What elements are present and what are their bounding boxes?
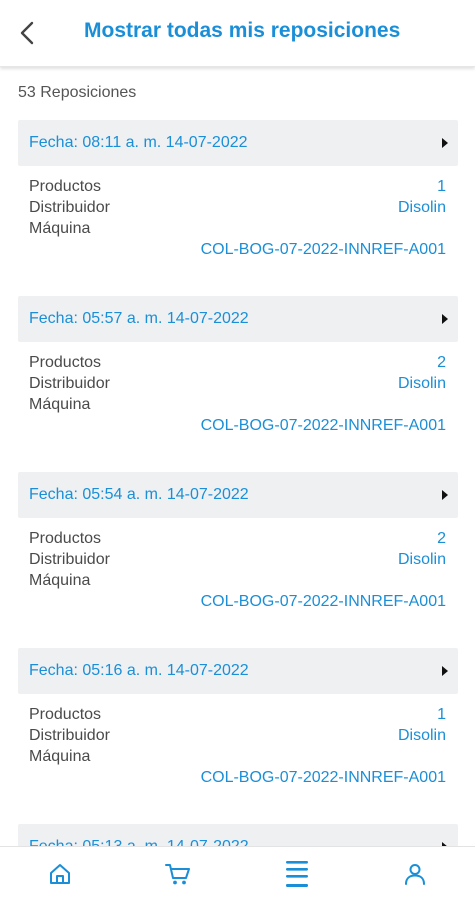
distribuidor-value: Disolin [397, 551, 446, 568]
nav-cart[interactable] [158, 857, 198, 891]
maquina-label: Máquina [29, 748, 91, 765]
bottom-navigation [0, 846, 475, 901]
productos-value: 1 [437, 706, 446, 723]
caret-right-icon [442, 666, 448, 676]
maquina-value: COL-BOG-07-2022-INNREF-A001 [200, 769, 446, 786]
app-header: Mostrar todas mis reposiciones [0, 0, 475, 67]
distribuidor-label: Distribuidor [29, 375, 110, 392]
list-icon [286, 861, 308, 887]
maquina-value: COL-BOG-07-2022-INNREF-A001 [200, 417, 446, 434]
distribuidor-value: Disolin [397, 727, 446, 744]
card-header[interactable]: Fecha: 05:57 a. m. 14-07-2022 [18, 296, 458, 342]
page-title: Mostrar todas mis reposiciones [84, 19, 401, 42]
nav-home[interactable] [40, 857, 80, 891]
chevron-left-icon [20, 21, 34, 45]
productos-value: 2 [437, 530, 446, 547]
maquina-label: Máquina [29, 220, 91, 237]
card-date: Fecha: 05:16 a. m. 14-07-2022 [29, 662, 249, 679]
maquina-value: COL-BOG-07-2022-INNREF-A001 [200, 593, 446, 610]
card-body: Productos Distribuidor Máquina 1 Disolin… [18, 694, 458, 814]
user-icon [405, 864, 425, 885]
caret-right-icon [442, 490, 448, 500]
card-header[interactable]: Fecha: 05:16 a. m. 14-07-2022 [18, 648, 458, 694]
card-date: Fecha: 05:54 a. m. 14-07-2022 [29, 486, 249, 503]
home-icon [50, 864, 70, 884]
card-header[interactable]: Fecha: 05:54 a. m. 14-07-2022 [18, 472, 458, 518]
maquina-label: Máquina [29, 396, 91, 413]
distribuidor-label: Distribuidor [29, 727, 110, 744]
cart-icon [165, 864, 190, 885]
card-body: Productos Distribuidor Máquina 2 Disolin… [18, 518, 458, 638]
card-body: Productos Distribuidor Máquina 1 Disolin… [18, 166, 458, 286]
productos-label: Productos [29, 178, 102, 195]
productos-value: 1 [437, 178, 446, 195]
back-button[interactable] [14, 19, 40, 47]
productos-label: Productos [29, 530, 102, 547]
replenishment-card: Fecha: 05:57 a. m. 14-07-2022 Productos … [18, 296, 458, 472]
productos-label: Productos [29, 706, 102, 723]
replenishment-card: Fecha: 05:16 a. m. 14-07-2022 Productos … [18, 648, 458, 824]
replenishment-count: 53 Reposiciones [18, 84, 137, 101]
maquina-label: Máquina [29, 572, 91, 589]
maquina-value: COL-BOG-07-2022-INNREF-A001 [200, 241, 446, 258]
nav-profile[interactable] [395, 857, 435, 891]
replenishment-card: Fecha: 05:54 a. m. 14-07-2022 Productos … [18, 472, 458, 648]
productos-label: Productos [29, 354, 102, 371]
distribuidor-label: Distribuidor [29, 551, 110, 568]
card-header[interactable]: Fecha: 08:11 a. m. 14-07-2022 [18, 120, 458, 166]
replenishment-list: Fecha: 08:11 a. m. 14-07-2022 Productos … [18, 120, 458, 864]
distribuidor-value: Disolin [397, 199, 446, 216]
distribuidor-value: Disolin [397, 375, 446, 392]
caret-right-icon [442, 314, 448, 324]
card-date: Fecha: 05:57 a. m. 14-07-2022 [29, 310, 249, 327]
caret-right-icon [442, 138, 448, 148]
card-date: Fecha: 08:11 a. m. 14-07-2022 [29, 134, 248, 151]
productos-value: 2 [437, 354, 446, 371]
distribuidor-label: Distribuidor [29, 199, 110, 216]
card-body: Productos Distribuidor Máquina 2 Disolin… [18, 342, 458, 462]
nav-list[interactable] [277, 857, 317, 891]
replenishment-card: Fecha: 08:11 a. m. 14-07-2022 Productos … [18, 120, 458, 296]
